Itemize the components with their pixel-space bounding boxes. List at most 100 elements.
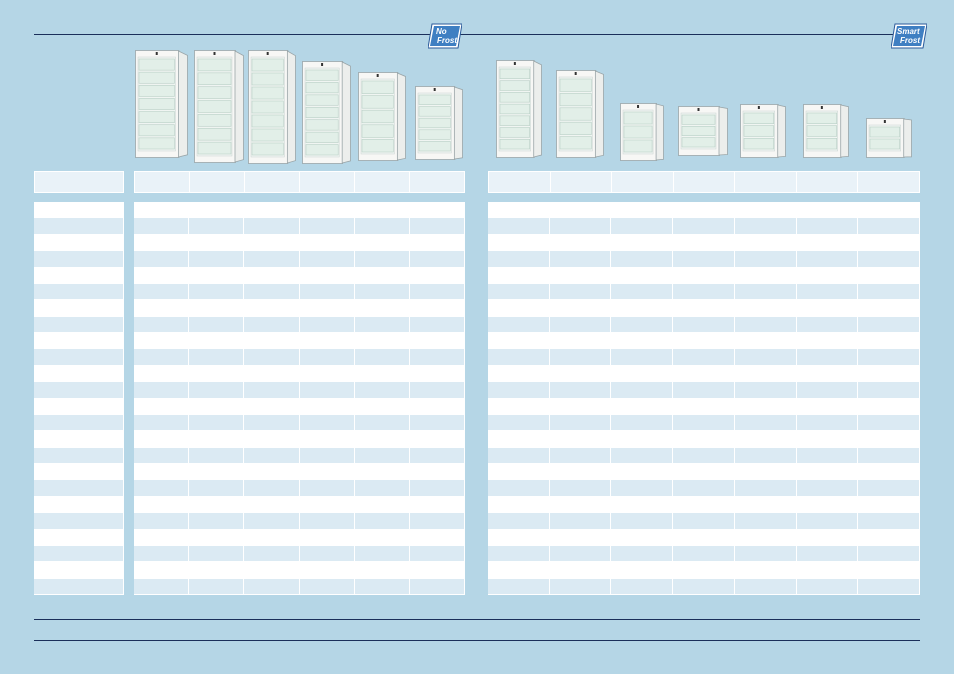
table-cell: [549, 300, 612, 317]
table-cell: [299, 267, 355, 284]
table-cell: [299, 283, 355, 301]
table-cell: [34, 398, 124, 415]
table-cell: [488, 316, 550, 333]
table-cell: [354, 398, 410, 415]
table-cell: [673, 578, 735, 595]
table-cell: [409, 562, 465, 579]
table-cell: [611, 267, 674, 284]
table-cell: [134, 349, 190, 366]
table-cell: [189, 464, 245, 481]
table-cell: [134, 431, 190, 448]
table-cell: [549, 431, 612, 448]
table-cell: [354, 578, 410, 595]
table-cell: [673, 447, 735, 464]
table-cell: [134, 496, 190, 514]
column-header: [674, 172, 736, 192]
table-cell: [409, 529, 465, 546]
table-cell: [409, 218, 465, 235]
column-header: [489, 172, 551, 192]
table-cell: [858, 300, 920, 317]
table-cell: [134, 365, 190, 383]
column-header: [551, 172, 613, 192]
table-cell: [189, 398, 245, 415]
table-cell: [549, 283, 612, 301]
table-cell: [34, 234, 124, 252]
table-cell: [796, 349, 859, 366]
table-cell: [299, 365, 355, 383]
table-cell: [858, 283, 920, 301]
table-cell: [134, 234, 190, 252]
table-cell: [488, 398, 550, 415]
table-cell: [611, 398, 674, 415]
freezer-4-image: [302, 61, 351, 164]
table-cell: [488, 218, 550, 235]
table-cell: [549, 365, 612, 383]
column-header: [300, 172, 355, 192]
table-cell: [189, 578, 245, 595]
table-cell: [734, 464, 797, 481]
bottom-rule-2: [34, 640, 920, 641]
table-cell: [734, 333, 797, 350]
table-cell: [858, 234, 920, 252]
table-cell: [354, 447, 410, 464]
table-cell: [673, 365, 735, 383]
table-cell: [189, 480, 245, 497]
table-cell: [189, 251, 245, 268]
table-cell: [858, 578, 920, 595]
table-cell: [673, 316, 735, 333]
table-cell: [409, 447, 465, 464]
table-cell: [189, 545, 245, 563]
table-cell: [189, 562, 245, 579]
table-cell: [488, 300, 550, 317]
table-cell: [34, 529, 124, 546]
table-cell: [354, 267, 410, 284]
table-cell: [734, 480, 797, 497]
table-cell: [796, 218, 859, 235]
table-cell: [299, 545, 355, 563]
table-cell: [409, 202, 465, 219]
table-cell: [354, 562, 410, 579]
table-cell: [611, 513, 674, 530]
table-cell: [734, 283, 797, 301]
table-cell: [409, 398, 465, 415]
table-cell: [611, 300, 674, 317]
column-header: [735, 172, 797, 192]
table-cell: [244, 398, 300, 415]
table-cell: [858, 333, 920, 350]
table-cell: [354, 431, 410, 448]
table-cell: [673, 464, 735, 481]
table-cell: [858, 398, 920, 415]
table-cell: [858, 447, 920, 464]
table-cell: [134, 578, 190, 595]
table-cell: [611, 578, 674, 595]
table-cell: [409, 300, 465, 317]
table-cell: [189, 431, 245, 448]
table-cell: [189, 300, 245, 317]
table-cell: [134, 480, 190, 497]
table-cell: [488, 251, 550, 268]
table-cell: [244, 251, 300, 268]
table-cell: [189, 349, 245, 366]
table-cell: [354, 218, 410, 235]
table-cell: [409, 283, 465, 301]
table-cell: [189, 414, 245, 432]
table-cell: [488, 365, 550, 383]
column-header: [858, 172, 919, 192]
table-cell: [488, 234, 550, 252]
table-cell: [858, 464, 920, 481]
table-cell: [488, 464, 550, 481]
table-cell: [858, 267, 920, 284]
table-cell: [858, 316, 920, 333]
table-cell: [673, 562, 735, 579]
table-cell: [244, 300, 300, 317]
table-cell: [549, 513, 612, 530]
table-cell: [409, 578, 465, 595]
table-cell: [611, 349, 674, 366]
table-cell: [354, 414, 410, 432]
table-cell: [549, 349, 612, 366]
table-cell: [299, 300, 355, 317]
table-cell: [734, 349, 797, 366]
table-cell: [734, 398, 797, 415]
table-cell: [299, 496, 355, 514]
table-cell: [244, 496, 300, 514]
